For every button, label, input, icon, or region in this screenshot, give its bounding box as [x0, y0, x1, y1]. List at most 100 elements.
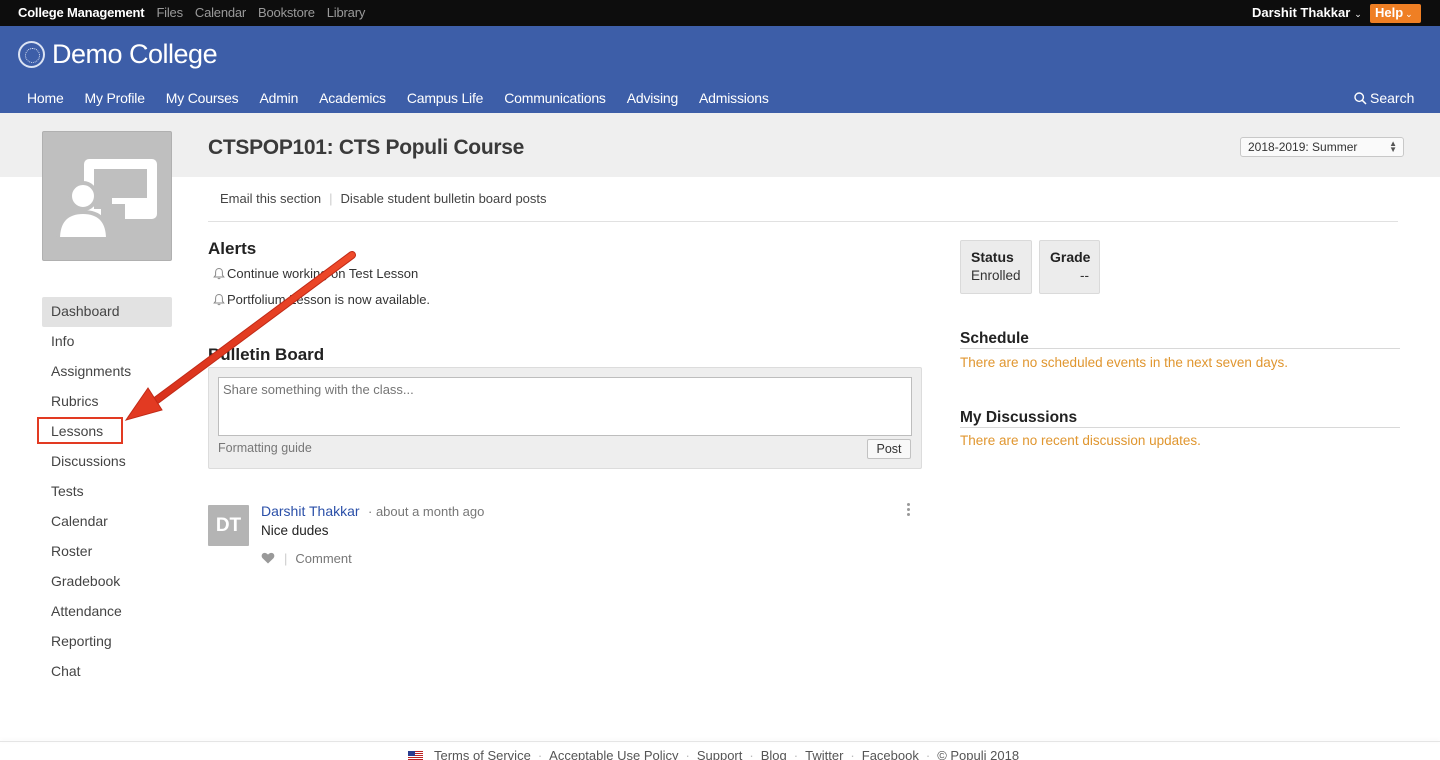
discussions-heading: My Discussions	[960, 409, 1078, 426]
alert-text: Continue working on Test Lesson	[227, 266, 419, 281]
formatting-guide-link[interactable]: Formatting guide	[218, 441, 312, 455]
divider: ·	[537, 748, 543, 760]
status-label: Status	[971, 249, 1014, 265]
divider: |	[329, 191, 333, 206]
nav-admissions[interactable]: Admissions	[699, 90, 769, 106]
divider: ·	[749, 748, 754, 760]
schedule-empty-message: There are no scheduled events in the nex…	[960, 355, 1288, 370]
nav-communications[interactable]: Communications	[504, 90, 606, 106]
footer-link-aup[interactable]: Acceptable Use Policy	[549, 748, 678, 760]
top-bar: College Management Files Calendar Bookst…	[0, 0, 1440, 26]
alert-item[interactable]: Portfolium Lesson is now available.	[213, 292, 430, 307]
user-name: Darshit Thakkar	[1252, 5, 1351, 20]
top-link-bookstore[interactable]: Bookstore	[258, 5, 315, 20]
footer: Terms of Service · Acceptable Use Policy · S…	[408, 748, 1019, 760]
nav-academics[interactable]: Academics	[319, 90, 386, 106]
bell-icon	[213, 293, 225, 306]
grade-label: Grade	[1050, 249, 1091, 265]
heart-icon[interactable]	[261, 552, 275, 564]
status-card: Status Enrolled	[960, 240, 1032, 294]
chevron-down-icon: ⌄	[1354, 9, 1362, 19]
footer-link-blog[interactable]: Blog	[761, 748, 787, 760]
divider	[960, 348, 1400, 349]
nav-admin[interactable]: Admin	[259, 90, 298, 106]
app-name-link[interactable]: College Management	[18, 5, 145, 20]
sidebar-item-roster[interactable]: Roster	[42, 537, 172, 567]
sidebar-item-gradebook[interactable]: Gradebook	[42, 567, 172, 597]
post-timestamp: · about a month ago	[368, 504, 485, 519]
footer-link-twitter[interactable]: Twitter	[805, 748, 843, 760]
site-header: Demo College Home My Profile My Courses …	[0, 26, 1440, 113]
divider	[960, 427, 1400, 428]
divider: ·	[925, 748, 931, 760]
chevron-down-icon: ⌄	[1405, 9, 1413, 19]
top-link-library[interactable]: Library	[327, 5, 366, 20]
sidebar-item-tests[interactable]: Tests	[42, 477, 172, 507]
post-actions: | Comment	[261, 551, 352, 566]
nav-my-courses[interactable]: My Courses	[166, 90, 239, 106]
footer-divider	[0, 741, 1440, 742]
sidebar-item-attendance[interactable]: Attendance	[42, 597, 172, 627]
top-bar-links: College Management Files Calendar Bookst…	[18, 5, 377, 20]
sidebar-item-calendar[interactable]: Calendar	[42, 507, 172, 537]
grade-card: Grade --	[1039, 240, 1100, 294]
footer-copyright: © Populi 2018	[937, 748, 1020, 760]
sidebar-item-reporting[interactable]: Reporting	[42, 627, 172, 657]
post-button[interactable]: Post	[867, 439, 911, 459]
sidebar-item-dashboard[interactable]: Dashboard	[42, 297, 172, 327]
nav-advising[interactable]: Advising	[627, 90, 679, 106]
status-value: Enrolled	[971, 268, 1021, 283]
college-name[interactable]: Demo College	[52, 39, 218, 70]
help-button[interactable]: Help ⌄	[1370, 4, 1421, 23]
post-author-link[interactable]: Darshit Thakkar	[261, 503, 360, 519]
lessons-highlight-box	[37, 417, 123, 444]
help-label: Help	[1375, 5, 1404, 20]
avatar[interactable]: DT	[208, 505, 249, 546]
nav-campus-life[interactable]: Campus Life	[407, 90, 484, 106]
post-body: Nice dudes	[261, 523, 329, 538]
alerts-heading: Alerts	[208, 239, 257, 258]
footer-link-support[interactable]: Support	[697, 748, 743, 760]
comment-link[interactable]: Comment	[295, 551, 351, 566]
search-icon	[1354, 92, 1367, 105]
section-actions: Email this section | Disable student bulle…	[220, 191, 547, 206]
top-link-files[interactable]: Files	[156, 5, 183, 20]
divider	[208, 221, 1398, 222]
select-arrows-icon: ▲ ▼	[1389, 139, 1397, 154]
sidebar-item-discussions[interactable]: Discussions	[42, 447, 172, 477]
bulletin-heading: Bulletin Board	[208, 345, 325, 364]
term-select-value: 2018-2019: Summer	[1248, 140, 1358, 154]
footer-link-terms[interactable]: Terms of Service	[434, 748, 531, 760]
divider: ·	[793, 748, 799, 760]
us-flag-icon[interactable]	[408, 751, 423, 760]
course-image	[42, 131, 172, 261]
main-nav: Home My Profile My Courses Admin Academi…	[27, 90, 790, 106]
sidebar-item-assignments[interactable]: Assignments	[42, 357, 172, 387]
term-select[interactable]: 2018-2019: Summer ▲ ▼	[1240, 137, 1404, 157]
bell-icon	[213, 267, 225, 280]
divider: |	[284, 551, 288, 566]
top-link-calendar[interactable]: Calendar	[195, 5, 246, 20]
alert-text: Portfolium Lesson is now available.	[227, 292, 431, 307]
bulletin-input[interactable]	[218, 377, 912, 436]
search-label: Search	[1370, 90, 1415, 106]
college-seal-icon[interactable]	[18, 41, 45, 68]
user-menu[interactable]: Darshit Thakkar ⌄	[1252, 5, 1362, 20]
sidebar-item-rubrics[interactable]: Rubrics	[42, 387, 172, 417]
email-section-link[interactable]: Email this section	[220, 191, 321, 206]
nav-home[interactable]: Home	[27, 90, 64, 106]
nav-my-profile[interactable]: My Profile	[85, 90, 145, 106]
divider: ·	[685, 748, 690, 760]
schedule-heading: Schedule	[960, 330, 1029, 347]
sidebar-item-chat[interactable]: Chat	[42, 657, 172, 687]
search-button[interactable]: Search	[1354, 90, 1414, 106]
more-options-icon[interactable]	[905, 503, 913, 519]
footer-link-facebook[interactable]: Facebook	[862, 748, 919, 760]
page-title: CTSPOP101: CTS Populi Course	[208, 136, 524, 159]
classroom-icon	[55, 159, 157, 241]
alert-item[interactable]: Continue working on Test Lesson	[213, 266, 418, 281]
sidebar-item-info[interactable]: Info	[42, 327, 172, 357]
divider: ·	[850, 748, 855, 760]
disable-posts-link[interactable]: Disable student bulletin board posts	[341, 191, 547, 206]
course-sidebar: Dashboard Info Assignments Rubrics Lesso…	[42, 297, 172, 687]
